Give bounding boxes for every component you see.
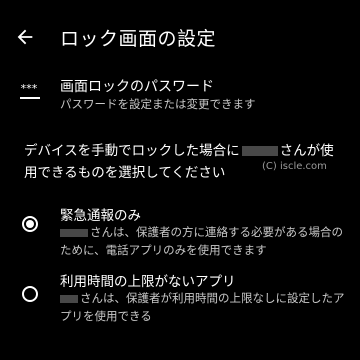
- option-label: 緊急通報のみ: [60, 208, 141, 224]
- redacted-name: [60, 294, 78, 303]
- password-title: 画面ロックのパスワード: [60, 79, 214, 95]
- radio-button-selected[interactable]: [22, 216, 38, 232]
- redacted-name: [60, 228, 88, 237]
- option-description: さんは、保護者の方に連絡する必要がある場合のために、電話アプリのみを使用できます: [60, 225, 343, 257]
- option-description: さんは、保護者が利用時間の上限なしに設定したアプリを使用できる: [60, 291, 345, 323]
- password-icon: ***: [20, 82, 42, 100]
- option-emergency-only[interactable]: 緊急通報のみ さんは、保護者の方に連絡する必要がある場合のために、電話アプリのみ…: [0, 200, 360, 257]
- back-arrow-icon[interactable]: [14, 26, 36, 48]
- page-title: ロック画面の設定: [60, 28, 217, 50]
- top-app-bar: ロック画面の設定: [0, 0, 360, 70]
- redacted-name: [241, 146, 278, 156]
- option-label: 利用時間の上限がないアプリ: [60, 274, 236, 290]
- password-subtitle: パスワードを設定または変更できます: [60, 97, 256, 111]
- watermark: (C) iscle.com: [262, 161, 327, 172]
- option-unlimited-apps[interactable]: 利用時間の上限がないアプリ さんは、保護者が利用時間の上限なしに設定したアプリを…: [0, 264, 360, 324]
- radio-button-unselected[interactable]: [22, 286, 38, 302]
